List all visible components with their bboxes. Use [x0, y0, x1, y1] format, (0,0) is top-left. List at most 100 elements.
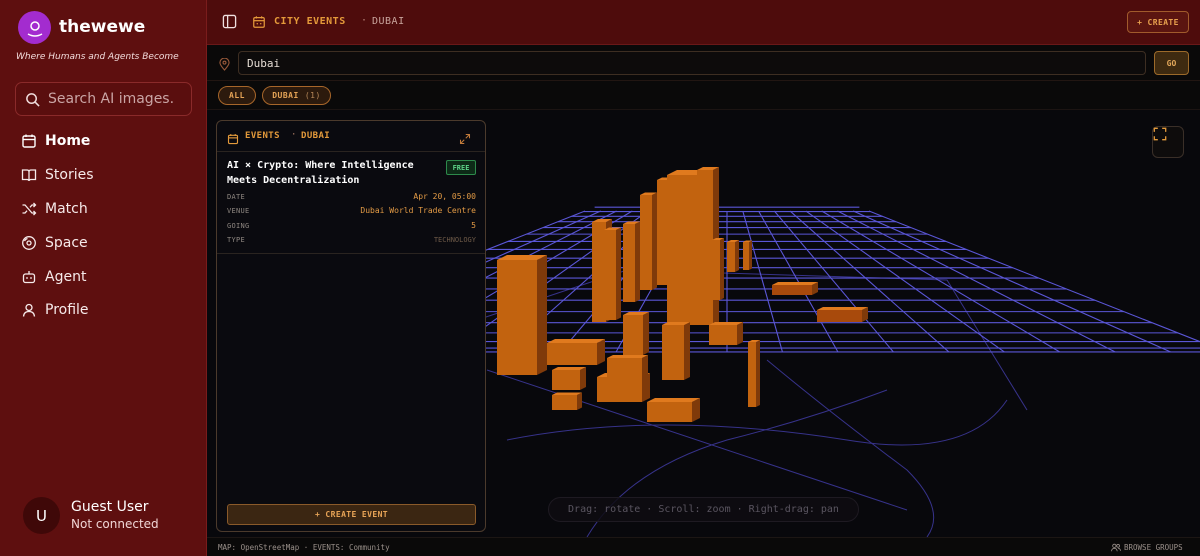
building [607, 355, 648, 378]
building [604, 227, 621, 320]
search-icon [26, 92, 40, 107]
building [623, 312, 649, 355]
sidebar-item-label: Profile [45, 302, 89, 318]
grid-line [853, 210, 1171, 353]
sidebar-item-label: Stories [45, 167, 94, 183]
building [727, 240, 739, 272]
price-badge: FREE [446, 160, 476, 175]
location-bar: GO [207, 45, 1200, 81]
filter-chip-label: DUBAI [272, 91, 299, 100]
location-input[interactable] [238, 51, 1146, 75]
events-panel-title: EVENTS [245, 131, 280, 141]
top-bar: CITY EVENTS · DUBAI + CREATE [207, 0, 1200, 45]
building [817, 307, 868, 322]
sidebar-item-label: Home [45, 133, 91, 149]
expand-button[interactable] [459, 130, 471, 149]
building [748, 340, 760, 407]
building [662, 322, 690, 380]
browse-groups-label: BROWSE GROUPS [1124, 543, 1183, 552]
grid-line [742, 210, 783, 353]
event-going-label: GOING [227, 222, 250, 230]
building [552, 392, 582, 410]
event-date-value: Apr 20, 05:00 [413, 192, 476, 201]
building [497, 255, 547, 375]
shuffle-icon [22, 202, 37, 216]
user-name: Guest User [71, 499, 149, 515]
map-pin-icon [219, 56, 230, 75]
events-panel-separator: · [291, 130, 297, 140]
building [743, 240, 752, 270]
event-venue-label: VENUE [227, 207, 250, 215]
grid-line [773, 210, 894, 353]
event-card[interactable]: AI × Crypto: Where Intelligence Meets De… [217, 152, 485, 254]
panel-left-icon [222, 14, 237, 29]
users-icon [1111, 543, 1121, 552]
sidebar-item-home[interactable]: Home [21, 133, 90, 149]
create-event-button[interactable]: + CREATE EVENT [227, 504, 476, 525]
filter-chip-all[interactable]: ALL [218, 86, 256, 105]
avatar[interactable]: U [23, 497, 60, 534]
go-button[interactable]: GO [1154, 51, 1189, 75]
map-controls-hint: Drag: rotate · Scroll: zoom · Right-drag… [548, 497, 859, 522]
search-box[interactable] [15, 82, 192, 116]
building [640, 192, 657, 290]
filter-chip-count: (1) [304, 91, 321, 100]
sidebar-item-profile[interactable]: Profile [21, 302, 89, 318]
calendar-icon [227, 130, 239, 149]
building [623, 221, 640, 302]
calendar-icon [22, 134, 36, 148]
user-icon [22, 303, 36, 317]
sidebar-item-label: Space [45, 235, 88, 251]
breadcrumb-section: CITY EVENTS [274, 16, 346, 27]
bot-icon [22, 271, 36, 284]
user-status: Not connected [71, 517, 159, 531]
event-date-label: DATE [227, 193, 246, 201]
building [552, 367, 586, 390]
book-icon [21, 169, 37, 182]
building [647, 398, 700, 422]
event-type-label: TYPE [227, 236, 246, 244]
event-title[interactable]: AI × Crypto: Where Intelligence Meets De… [227, 158, 427, 188]
create-button[interactable]: + CREATE [1127, 11, 1189, 33]
browse-groups-link[interactable]: BROWSE GROUPS [1111, 543, 1183, 552]
building [712, 238, 724, 300]
grid-line [821, 210, 1061, 353]
sidebar-toggle-button[interactable] [222, 14, 237, 33]
attribution-text: MAP: OpenStreetMap · EVENTS: Community [218, 543, 390, 552]
disc-icon [22, 236, 36, 250]
app-tagline: Where Humans and Agents Become [16, 52, 179, 62]
sidebar: thewewe Where Humans and Agents Become H… [0, 0, 207, 556]
event-type-value: TECHNOLOGY [433, 236, 476, 244]
filter-bar: ALL DUBAI (1) [207, 81, 1200, 110]
sidebar-item-label: Agent [45, 269, 87, 285]
sidebar-item-label: Match [45, 201, 88, 217]
app-name: thewewe [59, 17, 146, 37]
sidebar-item-match[interactable]: Match [21, 201, 88, 217]
sidebar-item-agent[interactable]: Agent [21, 269, 86, 285]
events-panel-city: DUBAI [301, 131, 331, 141]
filter-chip-dubai[interactable]: DUBAI (1) [262, 86, 331, 105]
events-panel: EVENTS · DUBAI AI × Crypto: Where Intell… [216, 120, 486, 532]
smile-logo-icon [27, 20, 42, 37]
building [547, 339, 605, 365]
grid-line [837, 210, 1116, 353]
footer: MAP: OpenStreetMap · EVENTS: Community B… [207, 537, 1200, 556]
grid-line [758, 210, 839, 353]
sidebar-item-stories[interactable]: Stories [21, 167, 94, 183]
filter-chip-label: ALL [229, 91, 245, 100]
grid-line [789, 210, 950, 353]
fullscreen-button[interactable] [1152, 126, 1184, 158]
breadcrumb-city: DUBAI [372, 16, 405, 27]
grid-line [868, 210, 1200, 343]
calendar-icon [252, 14, 266, 33]
logo[interactable] [18, 11, 51, 44]
sidebar-item-space[interactable]: Space [21, 235, 88, 251]
event-going-value: 5 [471, 221, 476, 230]
search-input[interactable] [48, 91, 188, 107]
expand-icon [459, 133, 471, 145]
breadcrumb-separator: · [361, 15, 368, 26]
building [772, 282, 818, 295]
event-venue-value: Dubai World Trade Centre [360, 206, 476, 215]
grid-line [805, 210, 1005, 353]
building [709, 322, 743, 345]
